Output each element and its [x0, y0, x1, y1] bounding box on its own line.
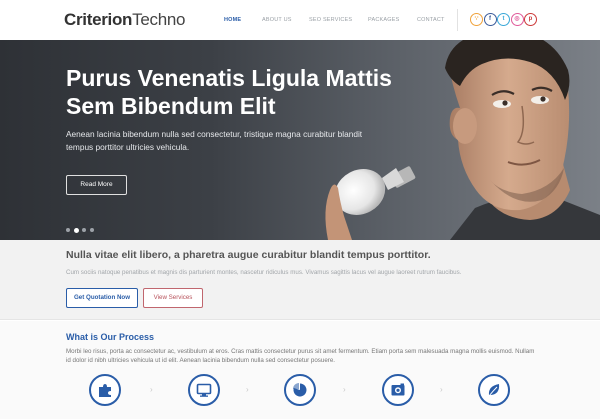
logo-light-text: Techno: [132, 10, 186, 29]
site-logo[interactable]: CriterionTechno: [64, 10, 185, 30]
process-step-3[interactable]: [284, 374, 316, 406]
slider-dot[interactable]: [82, 228, 86, 232]
cta-subtitle: Cum sociis natoque penatibus et magnis d…: [66, 269, 462, 276]
process-step-5[interactable]: [478, 374, 510, 406]
twitter-icon[interactable]: t: [497, 13, 510, 26]
leaf-icon: [488, 384, 500, 397]
monitor-icon: [196, 383, 212, 397]
process-step-4[interactable]: [382, 374, 414, 406]
read-more-button[interactable]: Read More: [66, 175, 127, 195]
pinterest-icon[interactable]: p: [524, 13, 537, 26]
view-services-button[interactable]: View Services: [143, 288, 203, 308]
nav-home[interactable]: HOME: [224, 17, 241, 23]
dribbble-icon[interactable]: ◎: [510, 13, 524, 26]
hero-slider: Purus Venenatis Ligula Mattis Sem Bibend…: [0, 40, 600, 240]
hero-subtitle: Aenean lacinia bibendum nulla sed consec…: [66, 129, 363, 152]
nav-contact[interactable]: CONTACT: [417, 17, 445, 23]
logo-bold-text: Criterion: [64, 10, 133, 29]
process-title: What is Our Process: [66, 332, 155, 342]
hero-title: Purus Venenatis Ligula Mattis Sem Bibend…: [66, 65, 392, 119]
cta-band: Nulla vitae elit libero, a pharetra augu…: [0, 240, 600, 320]
nav-seo-services[interactable]: SEO SERVICES: [309, 17, 352, 23]
rss-icon[interactable]: ∵: [470, 13, 483, 26]
nav-about-us[interactable]: ABOUT US: [262, 17, 292, 23]
process-step-1[interactable]: [89, 374, 121, 406]
process-text: Morbi leo risus, porta ac consectetur ac…: [66, 348, 535, 364]
puzzle-icon: [99, 384, 111, 397]
process-arrow: ›: [440, 385, 443, 394]
cta-title: Nulla vitae elit libero, a pharetra augu…: [66, 249, 431, 261]
nav-packages[interactable]: PACKAGES: [368, 17, 399, 23]
facebook-icon[interactable]: f: [483, 13, 497, 26]
process-arrow: ›: [246, 385, 249, 394]
nav-divider: [457, 9, 458, 31]
site-header: CriterionTechno HOME ABOUT US SEO SERVIC…: [0, 0, 600, 40]
slider-dot[interactable]: [74, 227, 79, 233]
slider-dot[interactable]: [90, 228, 94, 232]
slider-dot[interactable]: [66, 228, 70, 232]
process-step-2[interactable]: [188, 374, 220, 406]
process-section: What is Our Process Morbi leo risus, por…: [0, 321, 600, 419]
process-arrow: ›: [343, 385, 346, 394]
pie-chart-icon: [293, 383, 307, 397]
photo-icon: [391, 383, 405, 396]
process-arrow: ›: [150, 385, 153, 394]
get-quotation-button[interactable]: Get Quotation Now: [66, 288, 138, 308]
